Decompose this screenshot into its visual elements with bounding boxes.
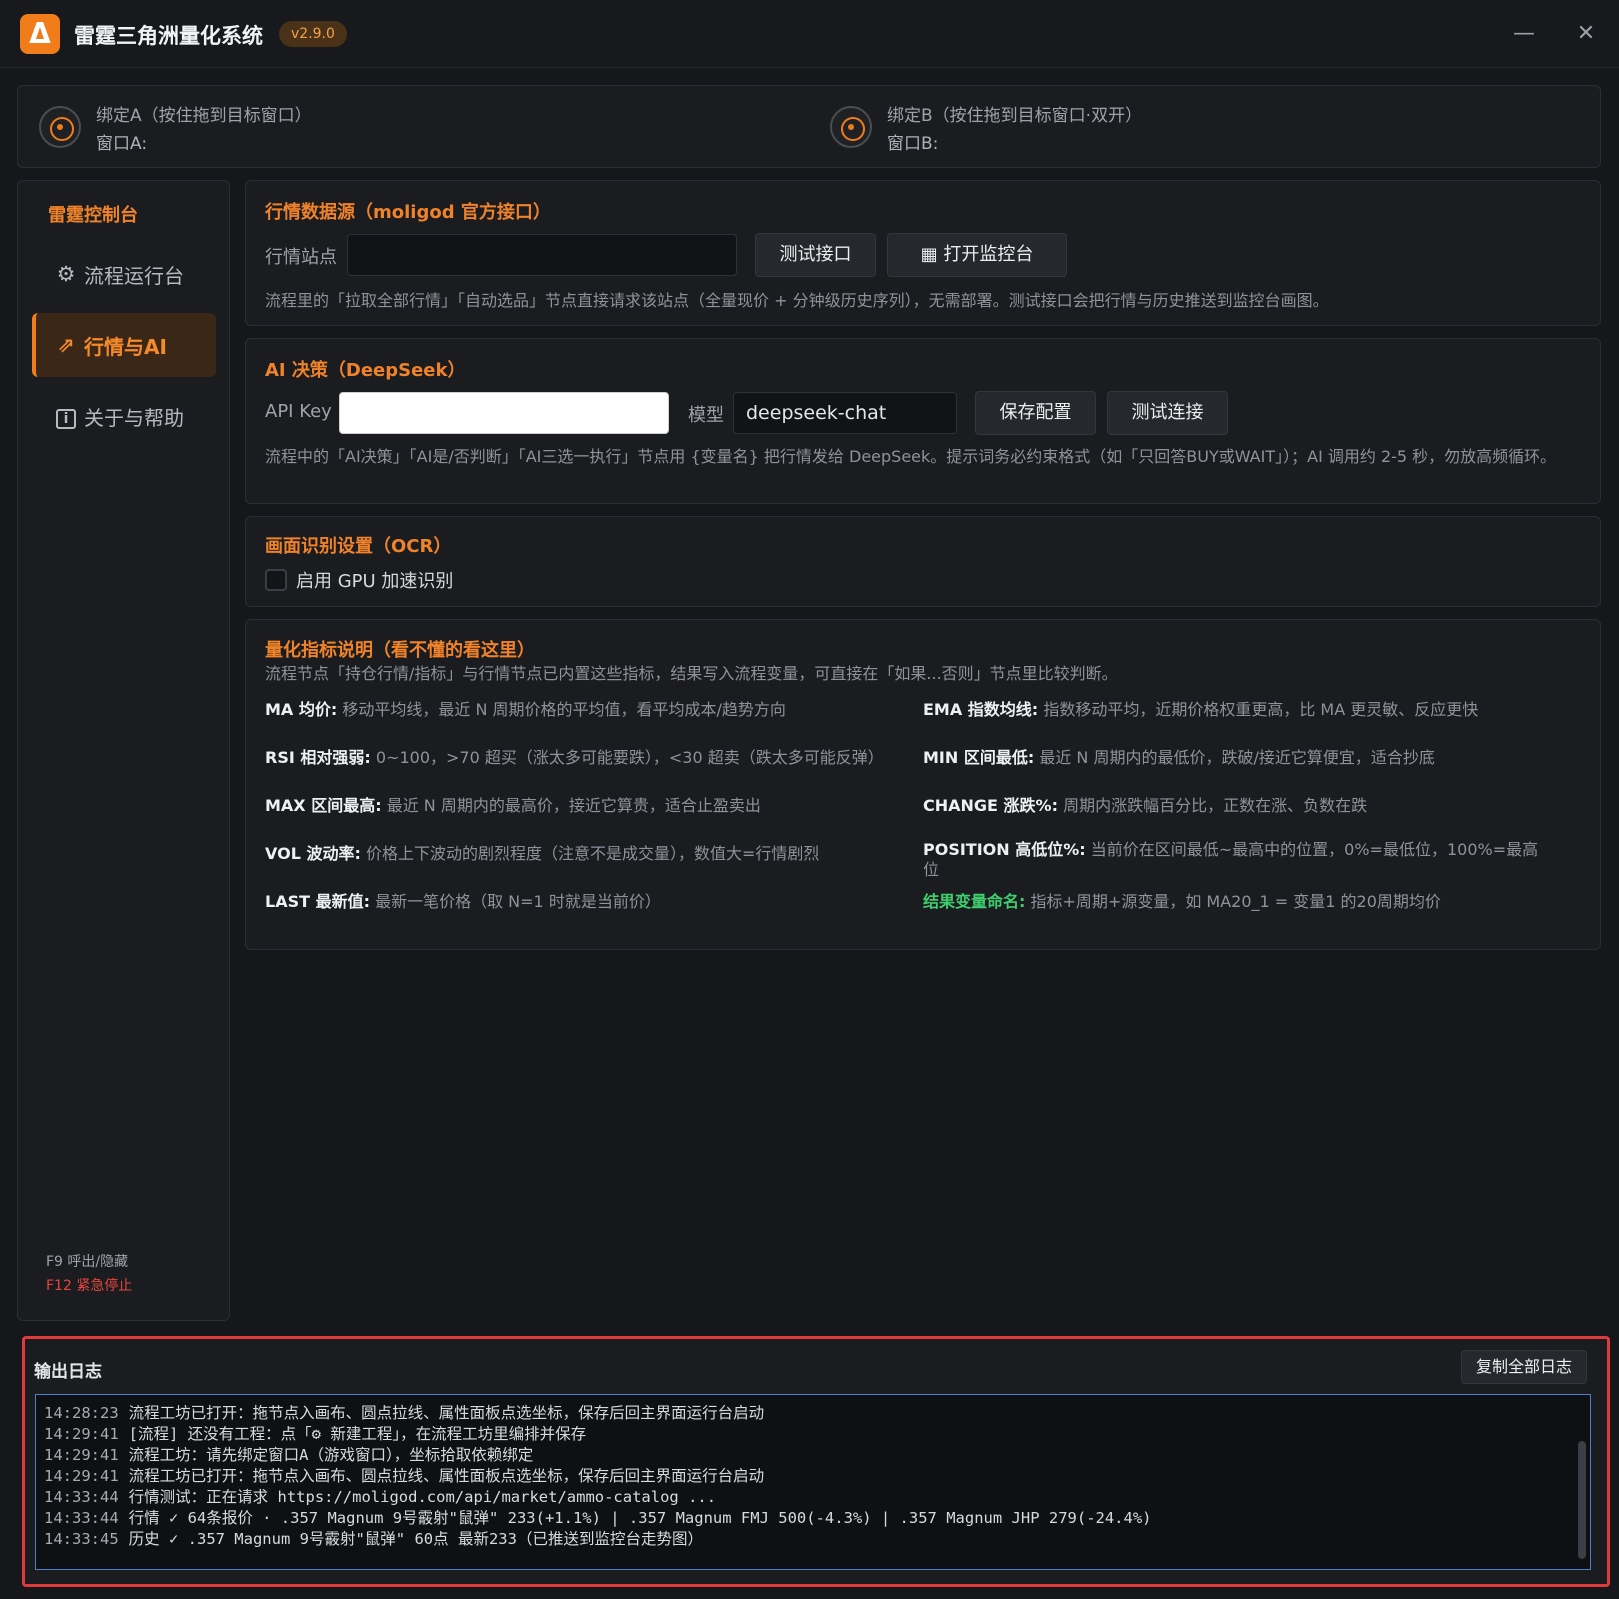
log-scrollbar-thumb[interactable]: [1578, 1441, 1586, 1559]
log-line: 14:33:45 历史 ✓ .357 Magnum 9号霰射"鼠弹" 60点 最新…: [44, 1530, 703, 1548]
indicator-last: LAST 最新值: 最新一笔价格（取 N=1 时就是当前价）: [265, 892, 661, 911]
bind-b-title: 绑定B（按住拖到目标窗口·双开）: [887, 106, 1143, 126]
indicator-position: POSITION 高低位%: 当前价在区间最低~最高中的位置，0%=最低位，10…: [923, 840, 1539, 879]
gear-icon: ⚙: [56, 262, 76, 286]
output-log-panel: 输出日志 复制全部日志 14:28:23 流程工坊已打开：拖节点入画布、圆点拉线、…: [22, 1336, 1610, 1587]
copy-all-logs-button[interactable]: 复制全部日志: [1461, 1350, 1587, 1384]
sidebar-item-about-help[interactable]: i 关于与帮助: [32, 384, 216, 448]
log-line: 14:29:41 [流程] 还没有工程：点「⚙ 新建工程」，在流程工坊里编排并保存: [44, 1425, 587, 1443]
sidebar-item-flow-runner[interactable]: ⚙ 流程运行台: [32, 242, 216, 306]
indicator-rsi: RSI 相对强弱: 0~100，>70 超买（涨太多可能要跌），<30 超卖（跌…: [265, 748, 884, 767]
minimize-button[interactable]: —: [1508, 18, 1540, 50]
model-input[interactable]: deepseek-chat: [733, 392, 957, 434]
api-key-label: API Key: [265, 401, 332, 422]
title-bar: Δ 雷霆三角洲量化系统 v2.9.0 — ✕: [0, 0, 1619, 68]
log-line: 14:29:41 流程工坊：请先绑定窗口A（游戏窗口），坐标拾取依赖绑定: [44, 1446, 534, 1464]
ocr-title: 画面识别设置（OCR）: [265, 536, 452, 557]
hotkey-stop-hint: F12 紧急停止: [46, 1278, 133, 1294]
hotkey-toggle-hint: F9 呼出/隐藏: [46, 1254, 129, 1270]
log-line: 14:29:41 流程工坊已打开：拖节点入画布、圆点拉线、属性面板点选坐标，保存后…: [44, 1467, 765, 1485]
site-label: 行情站点: [265, 247, 337, 268]
ai-decision-title: AI 决策（DeepSeek）: [265, 360, 466, 381]
indicator-vol: VOL 波动率: 价格上下波动的剧烈程度（注意不是成交量），数值大=行情剧烈: [265, 844, 820, 863]
indicator-ma: MA 均价: 移动平均线，最近 N 周期价格的平均值，看平均成本/趋势方向: [265, 700, 786, 719]
log-scrollbar[interactable]: [1576, 1403, 1586, 1563]
chart-icon: ⇗: [57, 333, 75, 357]
log-output-area[interactable]: 14:28:23 流程工坊已打开：拖节点入画布、圆点拉线、属性面板点选坐标，保存后…: [35, 1394, 1591, 1570]
gpu-checkbox[interactable]: [265, 569, 287, 591]
bind-a-target-icon[interactable]: [39, 106, 81, 148]
log-line: 14:33:44 行情 ✓ 64条报价 · .357 Magnum 9号霰射"鼠弹…: [44, 1509, 1152, 1527]
bind-b-target-icon[interactable]: [830, 106, 872, 148]
bind-a-title: 绑定A（按住拖到目标窗口）: [96, 106, 312, 126]
save-config-button[interactable]: 保存配置: [975, 391, 1096, 435]
open-monitor-button[interactable]: ▦ 打开监控台: [887, 233, 1067, 277]
log-line: 14:33:44 行情测试：正在请求 https://moligod.com/ap…: [44, 1488, 717, 1506]
indicator-min: MIN 区间最低: 最近 N 周期内的最低价，跌破/接近它算便宜，适合抄底: [923, 748, 1435, 767]
output-log-title: 输出日志: [34, 1362, 102, 1382]
version-badge: v2.9.0: [279, 21, 347, 47]
sidebar-item-market-ai[interactable]: ⇗ 行情与AI: [32, 313, 216, 377]
monitor-icon: ▦: [920, 244, 938, 265]
market-source-title: 行情数据源（moligod 官方接口）: [265, 202, 551, 223]
info-icon: i: [56, 409, 76, 429]
bind-panel: 绑定A（按住拖到目标窗口） 窗口A: 绑定B（按住拖到目标窗口·双开） 窗口B:: [17, 85, 1601, 168]
indicator-max: MAX 区间最高: 最近 N 周期内的最高价，接近它算贵，适合止盈卖出: [265, 796, 761, 815]
api-key-input[interactable]: [339, 392, 669, 434]
indicators-title: 量化指标说明（看不懂的看这里）: [265, 640, 535, 661]
indicator-change: CHANGE 涨跌%: 周期内涨跌幅百分比，正数在涨、负数在跌: [923, 796, 1368, 815]
sidebar: 雷霆控制台 ⚙ 流程运行台 ⇗ 行情与AI i 关于与帮助 F9 呼出/隐藏 F…: [17, 180, 230, 1321]
market-source-card: 行情数据源（moligod 官方接口） 行情站点 测试接口 ▦ 打开监控台 流程…: [245, 180, 1601, 326]
market-source-desc: 流程里的「拉取全部行情」「自动选品」节点直接请求该站点（全量现价 + 分钟级历史…: [265, 291, 1329, 310]
app-logo-icon: Δ: [20, 14, 60, 54]
indicator-naming: 结果变量命名: 指标+周期+源变量，如 MA20_1 = 变量1 的20周期均价: [923, 892, 1441, 911]
sidebar-item-label: 关于与帮助: [84, 406, 184, 430]
model-label: 模型: [688, 405, 724, 426]
indicators-card: 量化指标说明（看不懂的看这里） 流程节点「持仓行情/指标」与行情节点已内置这些指…: [245, 619, 1601, 950]
indicators-intro: 流程节点「持仓行情/指标」与行情节点已内置这些指标，结果写入流程变量，可直接在「…: [265, 664, 1118, 683]
app-title: 雷霆三角洲量化系统: [74, 24, 263, 48]
gpu-checkbox-label[interactable]: 启用 GPU 加速识别: [296, 567, 453, 593]
close-button[interactable]: ✕: [1570, 18, 1602, 50]
sidebar-title: 雷霆控制台: [48, 205, 138, 226]
ai-decision-card: AI 决策（DeepSeek） API Key 模型 deepseek-chat…: [245, 338, 1601, 504]
window-b-label: 窗口B:: [887, 134, 939, 154]
site-input[interactable]: [347, 234, 737, 276]
sidebar-item-label: 流程运行台: [84, 264, 184, 288]
ocr-card: 画面识别设置（OCR） 启用 GPU 加速识别: [245, 516, 1601, 607]
open-monitor-label: 打开监控台: [943, 244, 1034, 265]
sidebar-item-label: 行情与AI: [84, 335, 167, 359]
test-connection-button[interactable]: 测试连接: [1107, 391, 1228, 435]
log-line: 14:28:23 流程工坊已打开：拖节点入画布、圆点拉线、属性面板点选坐标，保存后…: [44, 1404, 765, 1422]
ai-decision-desc: 流程中的「AI决策」「AI是/否判断」「AI三选一执行」节点用 {变量名} 把行…: [265, 447, 1557, 466]
window-a-label: 窗口A:: [96, 134, 148, 154]
indicator-ema: EMA 指数均线: 指数移动平均，近期价格权重更高，比 MA 更灵敏、反应更快: [923, 700, 1479, 719]
test-api-button[interactable]: 测试接口: [755, 233, 876, 277]
